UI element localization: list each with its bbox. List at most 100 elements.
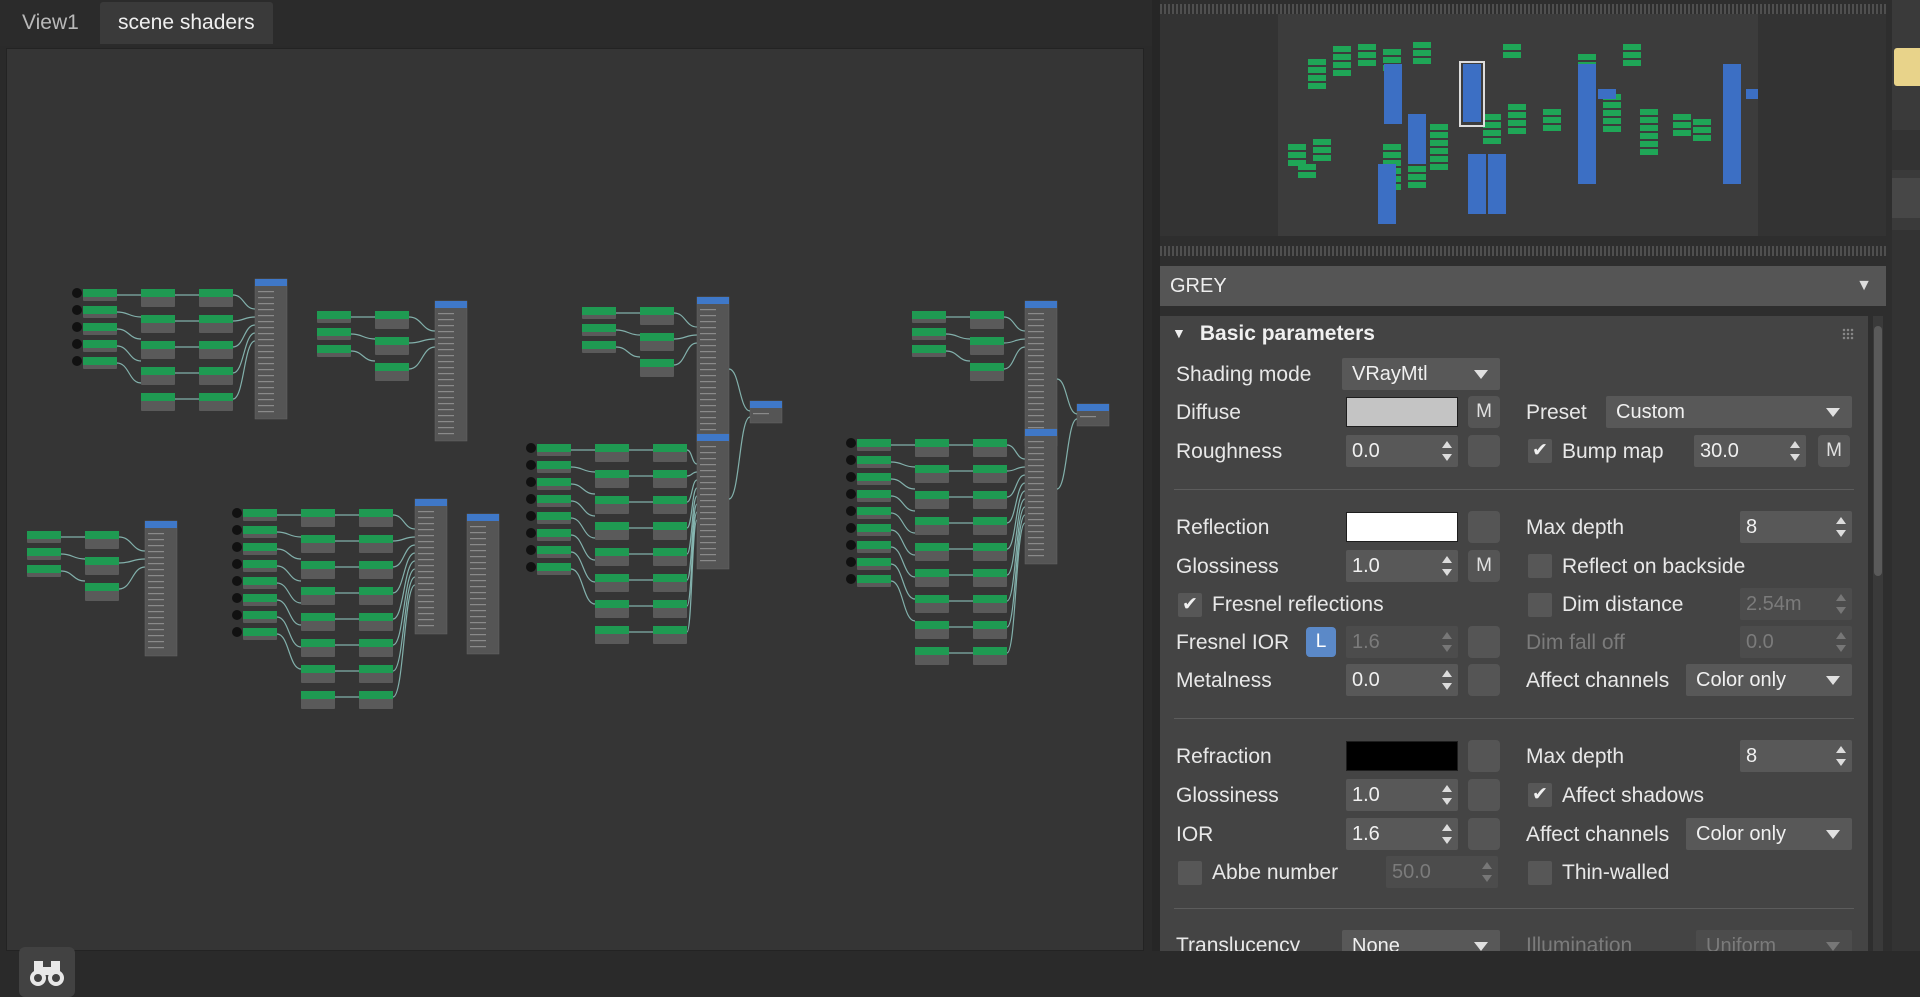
material-slot[interactable]: [470, 604, 486, 606]
material-slot[interactable]: [438, 397, 454, 399]
node-header[interactable]: [915, 595, 949, 603]
bitmap-node[interactable]: [232, 610, 242, 620]
material-slot[interactable]: [438, 391, 454, 393]
bitmap-node[interactable]: [846, 540, 856, 550]
node-header[interactable]: [595, 626, 629, 634]
spinner-arrows-icon[interactable]: [1442, 822, 1452, 846]
affect-shadows-checkbox[interactable]: ✔: [1528, 783, 1552, 807]
material-slot[interactable]: [700, 387, 716, 389]
node-header[interactable]: [582, 324, 616, 332]
material-slot[interactable]: [148, 629, 164, 631]
material-slot[interactable]: [1028, 519, 1044, 521]
node-header[interactable]: [537, 461, 571, 469]
node-header[interactable]: [857, 456, 891, 464]
node-header[interactable]: [595, 548, 629, 556]
material-slot[interactable]: [1028, 319, 1044, 321]
material-slot[interactable]: [470, 586, 486, 588]
node-header[interactable]: [582, 341, 616, 349]
material-slot[interactable]: [418, 553, 434, 555]
material-slot[interactable]: [418, 589, 434, 591]
node-header[interactable]: [301, 535, 335, 543]
material-slot[interactable]: [148, 581, 164, 583]
node-header[interactable]: [359, 665, 393, 673]
material-slot[interactable]: [418, 595, 434, 597]
material-slot[interactable]: [258, 387, 274, 389]
node-header[interactable]: [199, 393, 233, 401]
spinner-arrows-icon[interactable]: [1442, 554, 1452, 578]
node-header[interactable]: [199, 289, 233, 297]
material-slot[interactable]: [258, 321, 274, 323]
material-slot[interactable]: [700, 345, 716, 347]
rollout-scrollbar[interactable]: [1873, 316, 1883, 951]
material-slot[interactable]: [258, 303, 274, 305]
material-slot[interactable]: [258, 363, 274, 365]
node-header[interactable]: [857, 439, 891, 447]
material-slot[interactable]: [700, 333, 716, 335]
material-slot[interactable]: [1028, 313, 1044, 315]
material-slot[interactable]: [1028, 373, 1044, 375]
material-slot[interactable]: [1028, 361, 1044, 363]
spinner-arrows-icon[interactable]: [1836, 744, 1846, 768]
node-header[interactable]: [141, 341, 175, 349]
node-header[interactable]: [973, 621, 1007, 629]
material-slot[interactable]: [470, 628, 486, 630]
material-slot[interactable]: [1028, 513, 1044, 515]
material-slot[interactable]: [700, 482, 716, 484]
material-slot[interactable]: [700, 309, 716, 311]
fresnel-ior-spinner[interactable]: 1.6: [1346, 626, 1458, 658]
material-node-header[interactable]: [145, 521, 177, 528]
refraction-map-button[interactable]: [1468, 740, 1500, 772]
material-slot[interactable]: [470, 634, 486, 636]
material-slot[interactable]: [700, 417, 716, 419]
material-slot[interactable]: [1028, 459, 1044, 461]
dim-falloff-spinner[interactable]: 0.0: [1740, 626, 1852, 658]
node-header[interactable]: [359, 535, 393, 543]
material-node-header[interactable]: [1025, 429, 1057, 436]
node-header[interactable]: [595, 444, 629, 452]
metalness-map-button[interactable]: [1468, 664, 1500, 696]
material-slot[interactable]: [1028, 471, 1044, 473]
material-slot[interactable]: [700, 464, 716, 466]
material-slot[interactable]: [700, 405, 716, 407]
material-slot[interactable]: [470, 616, 486, 618]
refr-glossiness-map-button[interactable]: [1468, 779, 1500, 811]
material-slot[interactable]: [1028, 543, 1044, 545]
navigator-viewport[interactable]: [1278, 14, 1758, 236]
search-button[interactable]: [19, 947, 75, 997]
material-node-header[interactable]: [697, 297, 729, 304]
bump-amount-spinner[interactable]: 30.0: [1694, 435, 1806, 467]
material-slot[interactable]: [418, 613, 434, 615]
material-slot[interactable]: [258, 411, 274, 413]
material-slot[interactable]: [700, 512, 716, 514]
node-header[interactable]: [537, 529, 571, 537]
material-node-header[interactable]: [255, 279, 287, 286]
material-slot[interactable]: [470, 646, 486, 648]
bitmap-node[interactable]: [72, 356, 82, 366]
material-slot[interactable]: [1028, 337, 1044, 339]
node-header[interactable]: [27, 548, 61, 556]
bitmap-node[interactable]: [846, 506, 856, 516]
bitmap-node[interactable]: [526, 511, 536, 521]
material-node-header[interactable]: [415, 499, 447, 506]
material-slot[interactable]: [438, 373, 454, 375]
spinner-arrows-icon[interactable]: [1836, 515, 1846, 539]
node-header[interactable]: [199, 341, 233, 349]
material-slot[interactable]: [438, 403, 454, 405]
material-slot[interactable]: [1028, 409, 1044, 411]
node-header[interactable]: [640, 333, 674, 341]
diffuse-color-swatch[interactable]: [1346, 397, 1458, 427]
node-header[interactable]: [915, 517, 949, 525]
material-slot[interactable]: [470, 568, 486, 570]
bitmap-node[interactable]: [526, 443, 536, 453]
node-header[interactable]: [653, 522, 687, 530]
bitmap-node[interactable]: [232, 559, 242, 569]
bitmap-node[interactable]: [72, 322, 82, 332]
material-slot[interactable]: [470, 574, 486, 576]
navigator-preview[interactable]: [1160, 14, 1886, 236]
material-slot[interactable]: [258, 345, 274, 347]
panel-grip[interactable]: [1160, 4, 1886, 14]
material-slot[interactable]: [418, 529, 434, 531]
bump-map-button[interactable]: M: [1818, 435, 1850, 467]
material-slot[interactable]: [1028, 349, 1044, 351]
material-slot[interactable]: [148, 647, 164, 649]
